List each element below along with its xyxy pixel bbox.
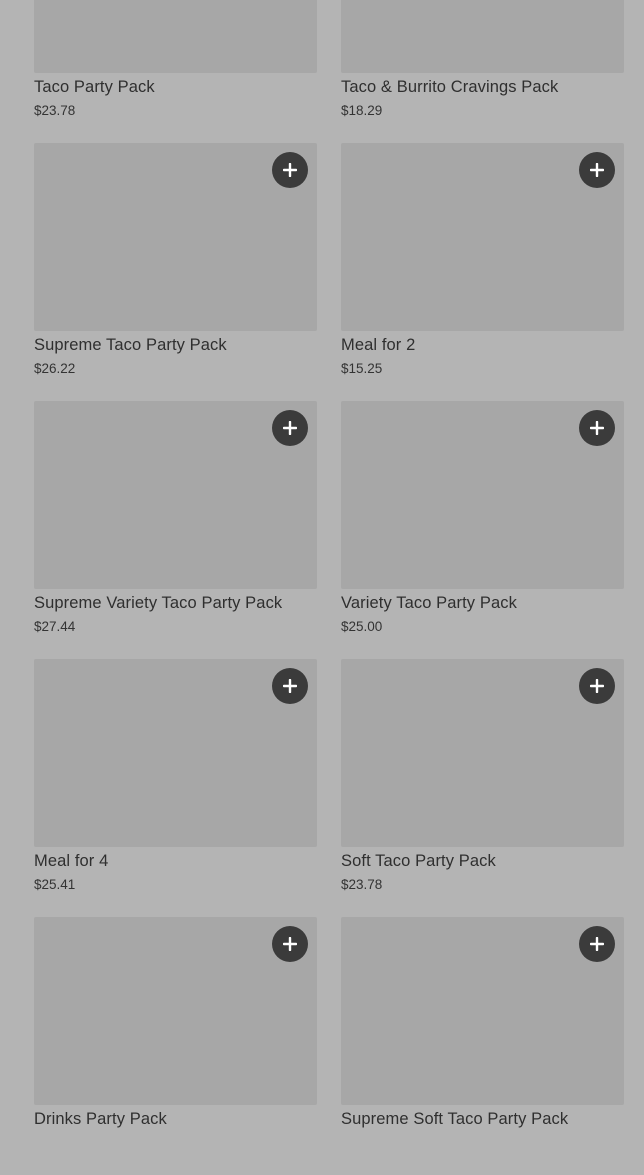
add-to-cart-button[interactable] [272,152,308,188]
product-card[interactable]: Supreme Taco Party Pack $26.22 [34,143,317,401]
product-price: $25.00 [341,619,383,634]
product-image[interactable] [34,659,317,847]
product-price: $23.78 [34,103,76,118]
add-to-cart-button[interactable] [272,410,308,446]
product-grid: Taco Party Pack $23.78 Taco & Burrito Cr… [34,0,624,1175]
plus-icon [283,679,297,693]
product-name[interactable]: Supreme Variety Taco Party Pack [34,594,282,613]
product-price: $25.41 [34,877,76,892]
add-to-cart-button[interactable] [579,926,615,962]
product-card[interactable]: Variety Taco Party Pack $25.00 [341,401,624,659]
product-card[interactable]: Drinks Party Pack [34,917,317,1175]
plus-icon [283,163,297,177]
plus-icon [590,679,604,693]
product-price: $18.29 [341,103,383,118]
product-name[interactable]: Taco & Burrito Cravings Pack [341,78,558,97]
product-price: $27.44 [34,619,76,634]
plus-icon [590,421,604,435]
product-name[interactable]: Variety Taco Party Pack [341,594,517,613]
product-card[interactable]: Supreme Soft Taco Party Pack [341,917,624,1175]
add-to-cart-button[interactable] [579,410,615,446]
plus-icon [283,421,297,435]
add-to-cart-button[interactable] [579,668,615,704]
product-name[interactable]: Soft Taco Party Pack [341,852,496,871]
plus-icon [590,937,604,951]
product-image[interactable] [34,917,317,1105]
product-image[interactable] [34,401,317,589]
product-image[interactable] [341,917,624,1105]
plus-icon [283,937,297,951]
product-name[interactable]: Supreme Taco Party Pack [34,336,227,355]
plus-icon [590,163,604,177]
product-card[interactable]: Supreme Variety Taco Party Pack $27.44 [34,401,317,659]
product-name[interactable]: Supreme Soft Taco Party Pack [341,1110,568,1129]
add-to-cart-button[interactable] [272,668,308,704]
product-image[interactable] [34,143,317,331]
product-card[interactable]: Meal for 4 $25.41 [34,659,317,917]
product-price: $23.78 [341,877,383,892]
product-image[interactable] [341,143,624,331]
product-name[interactable]: Meal for 4 [34,852,108,871]
product-name[interactable]: Drinks Party Pack [34,1110,167,1129]
product-price: $26.22 [34,361,76,376]
product-card[interactable]: Meal for 2 $15.25 [341,143,624,401]
product-card[interactable]: Soft Taco Party Pack $23.78 [341,659,624,917]
product-image[interactable] [34,0,317,73]
product-image[interactable] [341,659,624,847]
product-name[interactable]: Meal for 2 [341,336,415,355]
add-to-cart-button[interactable] [272,926,308,962]
product-name[interactable]: Taco Party Pack [34,78,155,97]
add-to-cart-button[interactable] [579,152,615,188]
product-image[interactable] [341,0,624,73]
product-card[interactable]: Taco Party Pack $23.78 [34,0,317,143]
product-price: $15.25 [341,361,383,376]
product-image[interactable] [341,401,624,589]
product-card[interactable]: Taco & Burrito Cravings Pack $18.29 [341,0,624,143]
